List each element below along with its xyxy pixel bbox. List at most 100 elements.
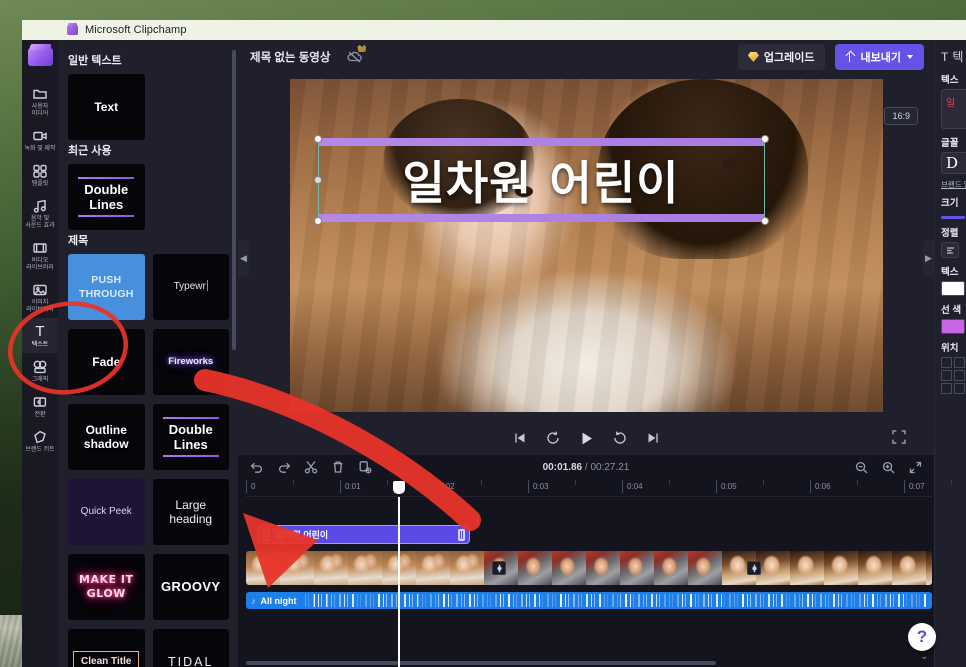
clipchamp-logo-icon (67, 23, 78, 35)
template-card-push-through[interactable]: PUSH THROUGH (68, 254, 145, 320)
total-time: / 00:27.21 (584, 461, 630, 473)
sidebar-item-video-library[interactable]: 비디오 라이브러리 (22, 234, 58, 276)
collapse-right-panel-button[interactable]: ▶ (923, 240, 934, 276)
text-properties-panel: T 텍 텍스 일 글꼴 D 브랜드 업로드 크기 정렬 텍스 선 색 위치 (934, 40, 966, 667)
sidebar-item-templates[interactable]: 템플릿 (22, 157, 58, 192)
template-card-quick-peek[interactable]: Quick Peek (68, 479, 145, 545)
project-title[interactable]: 제목 없는 동영상 (250, 49, 330, 65)
zoom-in-icon[interactable] (882, 461, 895, 474)
template-card-double-lines[interactable]: Double Lines (152, 404, 229, 470)
library-scrollbar[interactable] (232, 50, 236, 350)
duplicate-icon[interactable] (358, 460, 372, 474)
sidebar-item-user-media[interactable]: 사용자 미디어 (22, 80, 58, 122)
resize-handle-top-left[interactable] (313, 135, 322, 143)
text-content-input[interactable]: 일 (941, 89, 966, 129)
forward-5s-icon[interactable] (612, 430, 628, 446)
sidebar-label: 녹화 및 제작 (24, 146, 56, 152)
scissors-icon[interactable] (304, 460, 318, 474)
trash-icon[interactable] (331, 460, 345, 474)
ruler-tick: 0:01 (340, 480, 361, 493)
timeline-horizontal-scrollbar[interactable] (246, 661, 716, 665)
aspect-ratio-badge[interactable]: 16:9 (884, 107, 918, 125)
sidebar-label: 브랜드 키트 (25, 447, 55, 453)
undo-icon[interactable] (250, 460, 264, 474)
sidebar-item-graphics[interactable]: 그래픽 (22, 353, 58, 388)
overlay-text[interactable]: 일차원 어린이 (319, 140, 764, 220)
template-card-typewriter[interactable]: Typewr (152, 254, 229, 320)
resize-handle-bottom-right[interactable] (760, 217, 769, 225)
font-select[interactable]: D (941, 152, 966, 174)
label-line-color: 선 색 (941, 305, 962, 316)
template-card-make-it-glow[interactable]: MAKE IT GLOW (68, 554, 145, 620)
track-video (246, 551, 932, 585)
transition-icon (32, 393, 49, 410)
transition-marker-icon[interactable] (747, 561, 761, 575)
playhead-knob[interactable] (393, 481, 405, 494)
resize-handle-bottom-left[interactable] (313, 217, 322, 225)
video-preview-canvas[interactable]: 일차원 어린이 (289, 79, 883, 412)
clip-handle-left[interactable] (263, 528, 270, 541)
template-card-outline-shadow[interactable]: Outline shadow (68, 404, 145, 470)
zoom-out-icon[interactable] (855, 461, 868, 474)
template-card-tidal[interactable]: TIDAL (152, 629, 229, 667)
properties-header: T 텍 (941, 48, 966, 65)
brand-upload-link[interactable]: 브랜드 업로드 (941, 180, 966, 189)
template-card-groovy[interactable]: GROOVY (152, 554, 229, 620)
timeline-clip-text[interactable]: 일차원 어린이 (258, 525, 470, 544)
template-card-clean-title[interactable]: Clean Title (68, 629, 145, 667)
align-left-button[interactable] (941, 242, 959, 258)
template-card-text[interactable]: Text (68, 74, 145, 140)
sidebar-item-image-library[interactable]: 이미지 라이브러리 (22, 276, 58, 318)
clipchamp-window: Microsoft Clipchamp 사용자 미디어 녹화 및 제작 템플릿 … (22, 20, 966, 667)
sidebar-item-record-create[interactable]: 녹화 및 제작 (22, 122, 58, 157)
clip-handle-right[interactable] (458, 528, 465, 541)
timeline-clip-audio[interactable]: ♪ All night (246, 592, 932, 609)
resize-handle-top-right[interactable] (760, 135, 769, 143)
skip-to-end-icon[interactable] (645, 430, 661, 446)
fit-to-screen-icon[interactable] (909, 461, 922, 474)
template-card-double-lines-recent[interactable]: Double Lines (68, 164, 145, 230)
size-slider[interactable] (941, 216, 965, 219)
help-button[interactable]: ? (908, 623, 936, 651)
template-label: Outline shadow (83, 423, 129, 451)
position-grid[interactable] (941, 357, 966, 394)
rewind-5s-icon[interactable] (545, 430, 561, 446)
cloud-off-icon[interactable] (346, 45, 367, 65)
redo-icon[interactable] (277, 460, 291, 474)
ruler-tick: 0:05 (716, 480, 737, 493)
timeline-toolbar: 00:01.86 / 00:27.21 (238, 455, 934, 479)
label-align: 정렬 (941, 228, 959, 239)
sidebar-item-brand-kit[interactable]: 브랜드 키트 (22, 423, 58, 458)
track-audio: ♪ All night (246, 592, 932, 609)
text-color-swatch[interactable] (941, 281, 965, 296)
timeline-ruler[interactable]: 0 0:01 0:02 0:03 0:04 0:05 0:06 0:07 (246, 479, 952, 497)
properties-title: 텍 (952, 50, 964, 64)
gem-icon (747, 52, 759, 62)
template-label: Double Lines (156, 414, 227, 460)
export-button[interactable]: 내보내기 (834, 44, 924, 70)
collapse-left-panel-button[interactable]: ◀ (238, 240, 249, 276)
template-card-large-heading[interactable]: Large heading (152, 479, 229, 545)
upload-arrow-icon (846, 52, 855, 62)
music-note-icon (32, 197, 49, 214)
upgrade-button[interactable]: 업그레이드 (737, 44, 825, 70)
editor-area: 제목 없는 동영상 업그레이드 내보내기 16:9 ◀ ▶ 일차원 어린이 00… (238, 40, 952, 667)
transition-marker-icon[interactable] (492, 561, 506, 575)
text-overlay-selection[interactable]: 일차원 어린이 (313, 135, 769, 225)
play-icon[interactable] (578, 430, 595, 447)
template-card-fade[interactable]: Fade (68, 329, 145, 395)
timeline-playhead[interactable] (393, 481, 405, 667)
fullscreen-icon[interactable] (892, 430, 906, 449)
window-title: Microsoft Clipchamp (85, 24, 187, 36)
template-card-fireworks[interactable]: Fireworks (152, 329, 229, 395)
timeline-clip-video[interactable] (246, 551, 932, 585)
sidebar-item-transitions[interactable]: 전환 (22, 388, 58, 423)
sidebar-item-music-sfx[interactable]: 음악 및 사운드 효과 (22, 192, 58, 234)
skip-to-start-icon[interactable] (512, 430, 528, 446)
chevron-down-icon[interactable]: ⌄ (920, 651, 928, 662)
line-color-swatch[interactable] (941, 319, 965, 334)
sidebar-item-text[interactable]: T 텍스트 (22, 318, 58, 353)
timeline-tracks: 일차원 어린이 ♪ All night (238, 481, 934, 667)
app-logo-icon (27, 48, 53, 66)
resize-handle-middle-left[interactable] (313, 176, 322, 184)
